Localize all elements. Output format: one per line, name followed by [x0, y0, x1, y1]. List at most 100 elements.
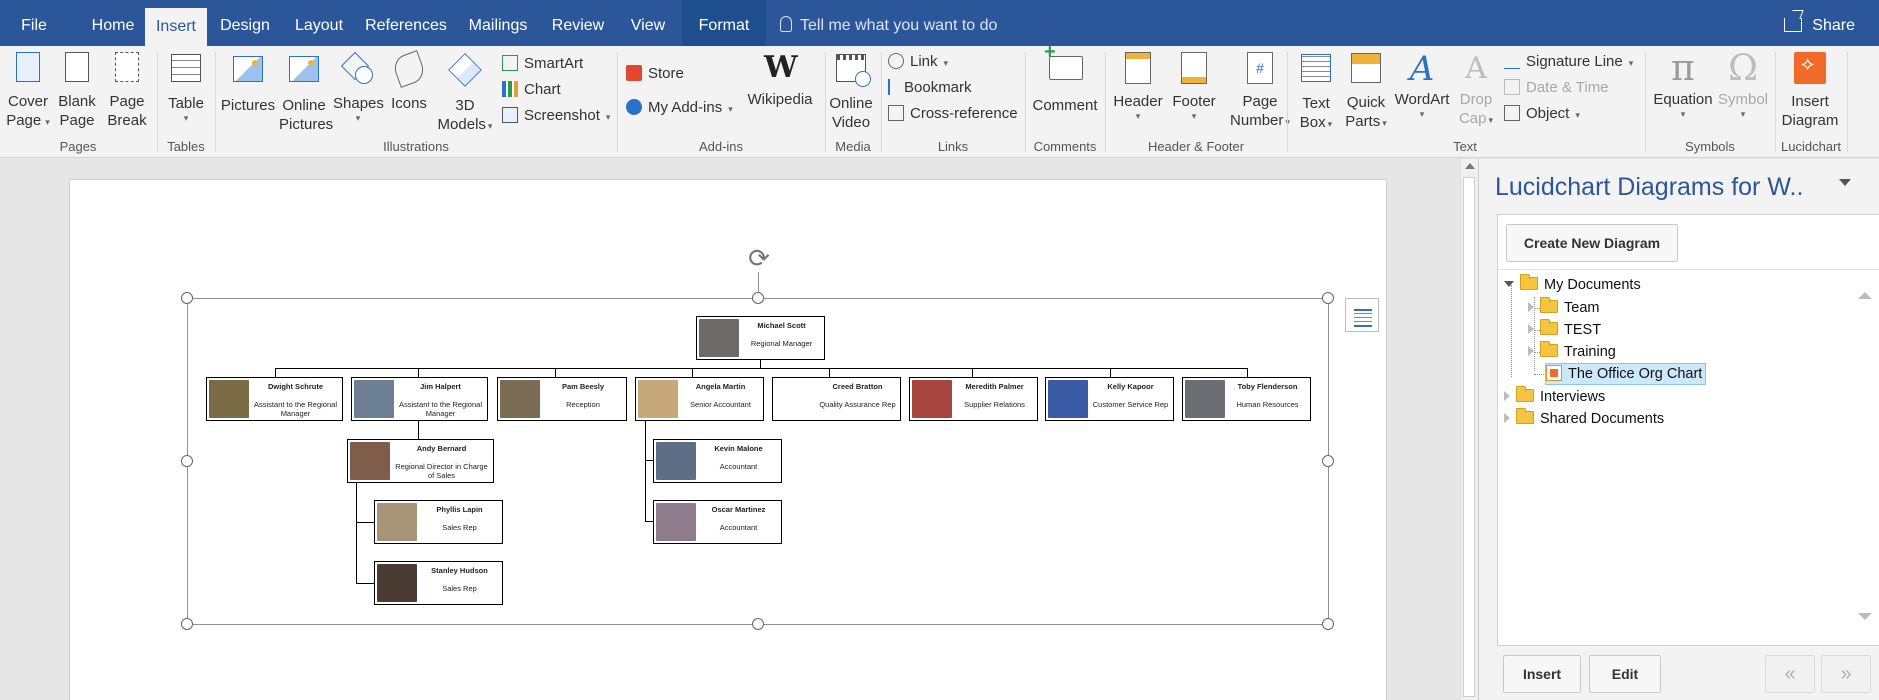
- org-card[interactable]: Oscar Martinez Accountant: [653, 500, 782, 544]
- tree-node-shared-documents[interactable]: Shared Documents: [1504, 408, 1664, 429]
- resize-handle-w[interactable]: [181, 455, 193, 467]
- org-card[interactable]: Meredith Palmer Supplier Relations: [909, 377, 1038, 421]
- icons-button[interactable]: Icons: [387, 50, 431, 113]
- org-card[interactable]: Toby Flenderson Human Resources: [1182, 377, 1311, 421]
- insert-diagram-button[interactable]: Insert Diagram: [1778, 50, 1842, 130]
- tab-insert[interactable]: Insert: [145, 8, 207, 46]
- document-scrollbar[interactable]: [1460, 159, 1478, 700]
- employee-role: Human Resources: [1236, 400, 1299, 409]
- pictures-button[interactable]: Pictures: [220, 50, 276, 115]
- smartart-button[interactable]: SmartArt: [502, 52, 583, 76]
- org-card[interactable]: Dwight Schrute Assistant to the Regional…: [206, 377, 343, 421]
- page-break-button[interactable]: Page Break: [104, 50, 150, 130]
- tree-node-team[interactable]: Team: [1528, 297, 1599, 318]
- org-card[interactable]: Creed Bratton Quality Assurance Rep: [772, 377, 901, 421]
- cover-page-button[interactable]: Cover Page ▾: [4, 50, 52, 130]
- tree-expander-icon[interactable]: [1528, 302, 1534, 312]
- layout-options-icon[interactable]: [1345, 298, 1379, 332]
- tree-node-training[interactable]: Training: [1528, 341, 1616, 362]
- bookmark-button[interactable]: Bookmark: [888, 76, 972, 100]
- tab-file[interactable]: File: [0, 0, 68, 46]
- employee-photo: [500, 380, 540, 418]
- drop-cap-button[interactable]: A Drop Cap ▾: [1454, 50, 1498, 128]
- pane-scroll-up-icon[interactable]: [1858, 292, 1872, 299]
- tab-review[interactable]: Review: [546, 0, 610, 46]
- signature-line-button[interactable]: Signature Line ▾: [1504, 50, 1633, 74]
- org-card[interactable]: Jim Halpert Assistant to the Regional Ma…: [351, 377, 488, 421]
- comment-button[interactable]: Comment: [1030, 43, 1100, 115]
- pane-scroll-down-icon[interactable]: [1858, 613, 1872, 620]
- org-card[interactable]: Phyllis Lapin Sales Rep: [374, 500, 503, 544]
- previous-page-button[interactable]: «: [1765, 655, 1815, 693]
- link-button[interactable]: Link ▾: [888, 50, 948, 74]
- org-card[interactable]: Angela Martin Senior Accountant: [635, 377, 764, 421]
- store-button[interactable]: Store: [626, 62, 684, 86]
- resize-handle-ne[interactable]: [1322, 292, 1334, 304]
- resize-handle-e[interactable]: [1322, 455, 1334, 467]
- symbol-button[interactable]: Ω Symbol ▾: [1716, 50, 1770, 120]
- org-card[interactable]: Kevin Malone Accountant: [653, 439, 782, 483]
- scroll-up-icon[interactable]: [1465, 163, 1475, 169]
- resize-handle-se[interactable]: [1322, 618, 1334, 630]
- page-number-button[interactable]: # Page Number▾: [1226, 50, 1294, 130]
- screenshot-button[interactable]: Screenshot ▾: [502, 104, 610, 128]
- tree-expander-icon[interactable]: [1528, 346, 1534, 356]
- online-pictures-button[interactable]: Online Pictures: [279, 50, 333, 134]
- org-card-root[interactable]: Michael Scott Regional Manager: [696, 316, 825, 360]
- scrollbar-thumb[interactable]: [1463, 177, 1475, 697]
- blank-page-button[interactable]: Blank Page: [56, 50, 98, 130]
- insert-button[interactable]: Insert: [1503, 655, 1581, 693]
- chart-button[interactable]: Chart: [502, 78, 561, 102]
- tab-mailings[interactable]: Mailings: [462, 0, 534, 46]
- resize-handle-nw[interactable]: [181, 292, 193, 304]
- tell-me-search[interactable]: Tell me what you want to do: [780, 0, 997, 46]
- tab-view[interactable]: View: [622, 0, 674, 46]
- wordart-button[interactable]: A WordArt ▾: [1392, 50, 1452, 119]
- tree-node-office-org-chart[interactable]: The Office Org Chart: [1544, 363, 1707, 385]
- header-button[interactable]: Header ▾: [1110, 50, 1166, 121]
- tree-node-interviews[interactable]: Interviews: [1504, 386, 1605, 407]
- ribbon-tab-bar: File Home Insert Design Layout Reference…: [0, 0, 1879, 46]
- org-card[interactable]: Pam Beesly Reception: [497, 377, 627, 421]
- org-connector: [418, 368, 419, 377]
- resize-handle-n[interactable]: [752, 292, 764, 304]
- create-new-diagram-button[interactable]: Create New Diagram: [1506, 224, 1678, 262]
- next-page-button[interactable]: »: [1821, 655, 1871, 693]
- quick-parts-button[interactable]: Quick Parts ▾: [1342, 50, 1390, 131]
- date-time-button[interactable]: Date & Time: [1504, 76, 1609, 100]
- share-button[interactable]: Share: [1784, 0, 1855, 46]
- object-button[interactable]: Object ▾: [1504, 102, 1580, 126]
- rotate-handle-icon[interactable]: ⟳: [745, 244, 773, 272]
- tab-references[interactable]: References: [362, 0, 450, 46]
- tab-format[interactable]: Format: [682, 0, 766, 46]
- online-video-button[interactable]: Online Video: [828, 50, 874, 132]
- tab-home[interactable]: Home: [82, 0, 144, 46]
- signature-line-label: Signature Line: [1526, 53, 1623, 70]
- tree-node-test[interactable]: TEST: [1528, 319, 1601, 340]
- resize-handle-sw[interactable]: [181, 618, 193, 630]
- tree-expander-icon[interactable]: [1504, 413, 1510, 423]
- footer-button[interactable]: Footer ▾: [1166, 50, 1222, 121]
- resize-handle-s[interactable]: [752, 618, 764, 630]
- equation-button[interactable]: π Equation ▾: [1650, 50, 1716, 120]
- org-card[interactable]: Stanley Hudson Sales Rep: [374, 561, 503, 605]
- shapes-button[interactable]: Shapes ▾: [333, 50, 384, 123]
- org-card[interactable]: Kelly Kapoor Customer Service Rep: [1045, 377, 1174, 421]
- org-card[interactable]: Andy Bernard Regional Director in Charge…: [347, 439, 494, 483]
- smartart-icon: [502, 55, 518, 71]
- tree-expander-icon[interactable]: [1528, 324, 1534, 334]
- my-addins-button[interactable]: My Add-ins ▾: [626, 96, 733, 120]
- wikipedia-button[interactable]: W Wikipedia: [744, 50, 816, 109]
- tree-node-my-documents[interactable]: My Documents: [1504, 274, 1641, 295]
- text-box-button[interactable]: Text Box ▾: [1294, 50, 1338, 132]
- table-button[interactable]: Table ▾: [162, 50, 210, 123]
- tree-expander-icon[interactable]: [1504, 391, 1510, 401]
- group-label-header-footer: Header & Footer: [1147, 139, 1245, 154]
- tab-layout[interactable]: Layout: [288, 0, 350, 46]
- edit-button[interactable]: Edit: [1589, 655, 1661, 693]
- tab-design[interactable]: Design: [214, 0, 276, 46]
- 3d-models-button[interactable]: 3D Models ▾: [436, 50, 494, 134]
- tree-expander-icon[interactable]: [1504, 281, 1514, 287]
- pane-options-chevron-down-icon[interactable]: [1839, 179, 1851, 186]
- cross-reference-button[interactable]: Cross-reference: [888, 102, 1018, 126]
